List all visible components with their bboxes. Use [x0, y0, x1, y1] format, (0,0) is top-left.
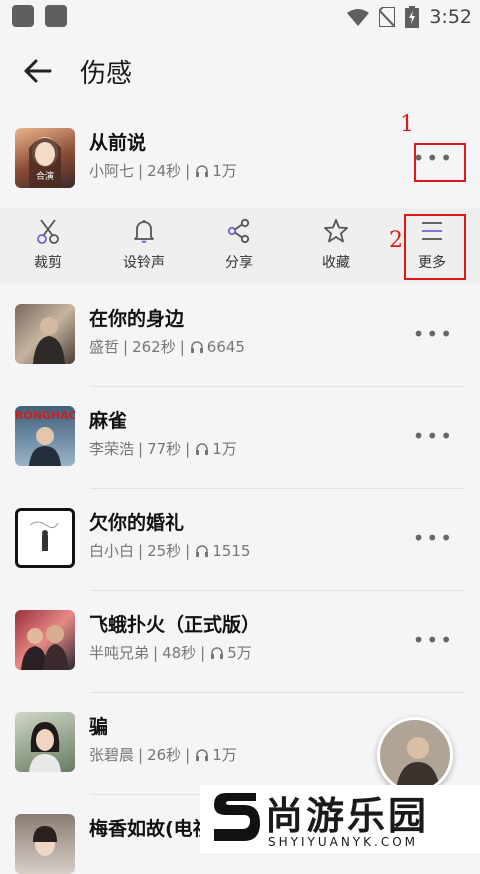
cover-text: 合演 — [35, 172, 54, 182]
song-meta: 半吨兄弟 | 48秒 | 5万 — [89, 643, 252, 663]
song-artist: 李荣浩 — [89, 440, 135, 458]
star-icon — [324, 219, 348, 243]
cut-label: 裁剪 — [34, 255, 62, 271]
headphones-icon — [196, 544, 209, 557]
page-header: 伤感 — [0, 36, 480, 108]
more-options-button[interactable]: ••• — [413, 424, 454, 448]
song-plays: 6645 — [206, 337, 245, 356]
clock: 3:52 — [429, 6, 472, 28]
song-title: 在你的身边 — [89, 308, 185, 330]
album-cover: RONGHAO — [15, 406, 75, 466]
song-artist: 半吨兄弟 — [89, 644, 150, 662]
album-cover: 合演 — [15, 128, 75, 188]
annotation-number: 1 — [400, 112, 414, 137]
notification-icon — [12, 5, 34, 27]
cut-button[interactable]: 裁剪 — [18, 218, 78, 272]
song-artist: 小阿七 — [89, 162, 135, 180]
song-plays: 1万 — [212, 440, 237, 458]
song-item[interactable]: RONGHAO 麻雀 李荣浩 | 77秒 | 1万 ••• — [0, 386, 480, 486]
battery-charging-icon — [405, 6, 420, 28]
song-item[interactable]: 飞蛾扑火（正式版） 半吨兄弟 | 48秒 | 5万 ••• — [0, 590, 480, 690]
floating-player-button[interactable] — [377, 717, 453, 793]
song-meta: 张碧晨 | 26秒 | 1万 — [89, 745, 237, 765]
annotation-box — [414, 143, 466, 182]
notification-icon — [45, 5, 67, 27]
share-button[interactable]: 分享 — [209, 218, 269, 272]
album-cover — [15, 508, 75, 568]
cover-text: RONGHAO — [15, 409, 75, 422]
song-duration: 25秒 — [147, 542, 182, 560]
watermark: 尚游乐园 SHYIYUANYK.COM — [200, 785, 480, 853]
song-title: 飞蛾扑火（正式版） — [89, 614, 261, 636]
scissors-icon — [37, 219, 59, 244]
headphones-icon — [196, 442, 209, 455]
favorite-button[interactable]: 收藏 — [306, 218, 366, 272]
song-meta: 小阿七 | 24秒 | 1万 — [89, 161, 237, 181]
song-artist: 白小白 — [89, 542, 135, 560]
back-arrow-icon[interactable] — [22, 56, 52, 86]
song-artist: 盛哲 — [89, 338, 120, 356]
annotation-box — [404, 214, 466, 280]
wifi-icon — [347, 9, 370, 26]
headphones-icon — [196, 748, 209, 761]
watermark-logo-icon — [214, 793, 260, 841]
more-options-button[interactable]: ••• — [413, 322, 454, 346]
more-options-button[interactable]: ••• — [413, 628, 454, 652]
album-cover — [15, 712, 75, 772]
share-icon — [227, 218, 250, 244]
song-title: 从前说 — [89, 132, 147, 154]
song-duration: 77秒 — [147, 440, 182, 458]
song-plays: 1515 — [212, 541, 251, 560]
more-options-button[interactable]: ••• — [413, 526, 454, 550]
song-duration: 262秒 — [132, 338, 176, 356]
set-ringtone-button[interactable]: 设铃声 — [114, 218, 174, 272]
no-sim-icon — [379, 7, 396, 27]
song-meta: 白小白 | 25秒 | 1515 — [89, 541, 251, 561]
song-plays: 1万 — [212, 162, 237, 180]
song-plays: 5万 — [227, 644, 252, 662]
song-duration: 26秒 — [147, 746, 182, 764]
song-artist: 张碧晨 — [89, 746, 135, 764]
headphones-icon — [211, 646, 224, 659]
status-bar: 3:52 — [0, 0, 480, 36]
song-meta: 盛哲 | 262秒 | 6645 — [89, 337, 245, 357]
album-cover — [15, 814, 75, 874]
song-meta: 李荣浩 | 77秒 | 1万 — [89, 439, 237, 459]
album-cover — [15, 304, 75, 364]
watermark-name: 尚游乐园 — [265, 794, 430, 838]
bell-icon — [134, 220, 154, 243]
song-item[interactable]: 在你的身边 盛哲 | 262秒 | 6645 ••• — [0, 284, 480, 384]
headphones-icon — [196, 164, 209, 177]
album-cover — [15, 610, 75, 670]
song-title: 欠你的婚礼 — [89, 512, 185, 534]
watermark-url: SHYIYUANYK.COM — [268, 835, 418, 849]
annotation-number: 2 — [389, 228, 403, 253]
favorite-label: 收藏 — [322, 255, 350, 271]
song-duration: 24秒 — [147, 162, 182, 180]
song-title: 麻雀 — [89, 410, 128, 432]
song-duration: 48秒 — [162, 644, 197, 662]
song-plays: 1万 — [212, 746, 237, 764]
song-item[interactable]: 欠你的婚礼 白小白 | 25秒 | 1515 ••• — [0, 488, 480, 588]
song-title: 梅香如故(电视 — [89, 818, 212, 840]
share-label: 分享 — [225, 255, 253, 271]
song-title: 骗 — [89, 716, 109, 738]
set-ringtone-label: 设铃声 — [123, 255, 165, 271]
headphones-icon — [190, 340, 203, 353]
page-title: 伤感 — [80, 59, 133, 89]
